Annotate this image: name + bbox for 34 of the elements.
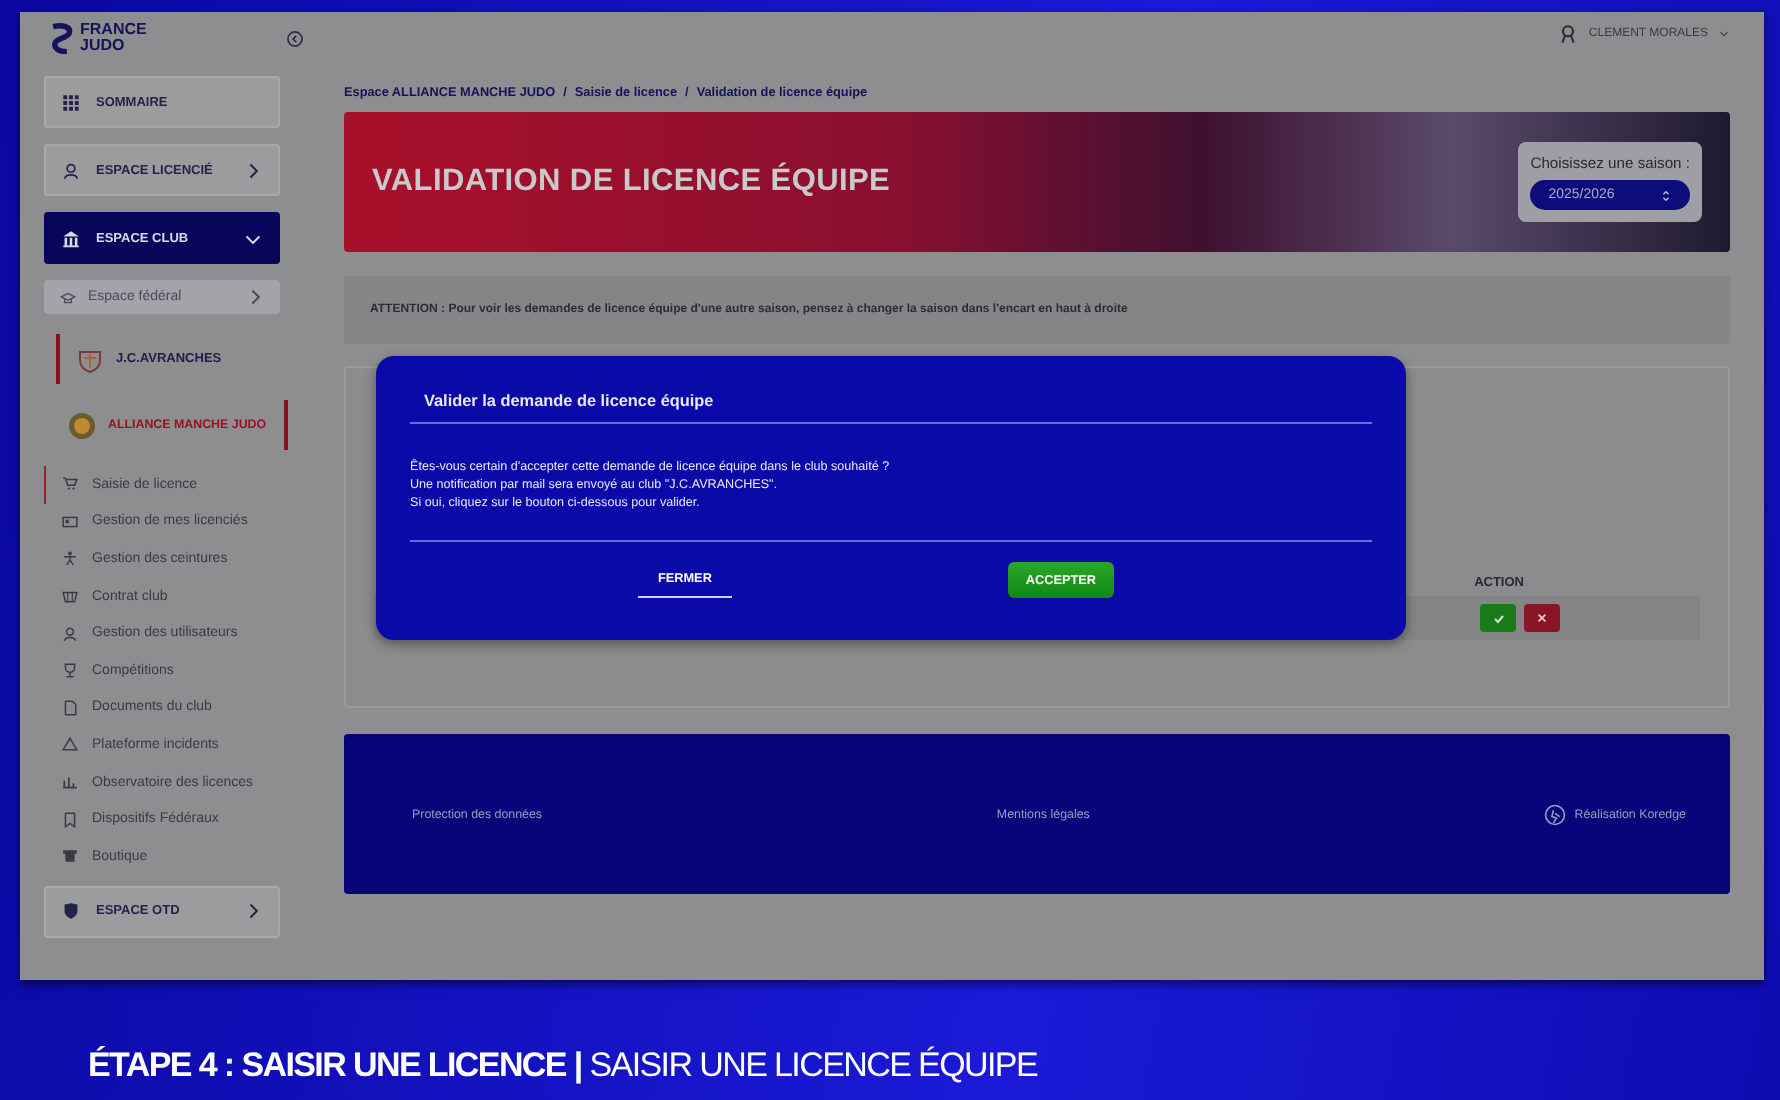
user-icon [1558, 24, 1579, 44]
cap-icon [60, 289, 76, 305]
dialog-title: Valider la demande de licence équipe [410, 356, 1372, 424]
warning-icon [62, 736, 78, 753]
document-icon [62, 699, 78, 716]
page-title: VALIDATION DE LICENCE ÉQUIPE [372, 164, 891, 200]
check-icon [1491, 611, 1505, 625]
logo[interactable]: FRANCE JUDO [44, 22, 147, 54]
reject-button[interactable] [1524, 604, 1560, 632]
user-icon [62, 161, 80, 179]
trophy-icon [62, 662, 78, 679]
id-card-icon [62, 513, 78, 530]
club-emblem-icon [76, 345, 104, 373]
updown-icon [1660, 189, 1672, 201]
caption: ÉTAPE 4 : SAISIR UNE LICENCE | SAISIR UNE LICENCE ÉQUIPE [88, 1046, 1037, 1084]
logo-text: JUDO [80, 38, 127, 54]
chevron-right-icon [246, 288, 264, 306]
bookmark-icon [62, 811, 78, 828]
cart-icon [62, 476, 78, 493]
bank-icon [62, 229, 80, 247]
accept-button[interactable] [1480, 604, 1516, 632]
grid-icon [62, 93, 80, 111]
basket-icon [62, 588, 78, 605]
caret-icon [1718, 28, 1730, 40]
user-icon [62, 625, 78, 642]
figure-icon [62, 550, 78, 567]
collapse-icon [286, 29, 304, 47]
chevron-right-icon [244, 161, 262, 179]
chart-icon [62, 774, 78, 791]
chevron-right-icon [244, 902, 262, 921]
logo-text: FRANCE [80, 22, 147, 38]
club-emblem-icon [68, 411, 96, 439]
shield-icon [62, 902, 80, 921]
close-icon [1536, 612, 1548, 624]
